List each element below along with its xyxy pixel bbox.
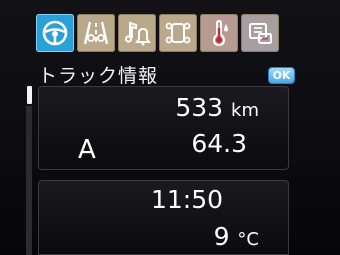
tab-steering[interactable] xyxy=(36,14,74,52)
scrollbar-track xyxy=(26,106,32,255)
temperature-value: 9 xyxy=(213,222,230,251)
grade-label: A xyxy=(78,135,96,165)
tab-vehicle[interactable] xyxy=(159,14,197,52)
thermometer-drop-icon xyxy=(212,19,228,47)
music-bell-icon xyxy=(124,21,151,46)
tab-music[interactable] xyxy=(118,14,156,52)
temperature-readout: 9 °C xyxy=(214,222,259,251)
info-panel-distance-score: 533 km A 64.3 xyxy=(38,86,289,170)
scrollbar-thumb[interactable] xyxy=(27,86,32,104)
vehicle-check-icon xyxy=(165,22,191,44)
ok-button[interactable]: OK xyxy=(269,68,294,83)
info-panel-time-temperature: 11:50 9 °C xyxy=(38,180,289,255)
distance-unit: km xyxy=(231,100,259,121)
distance-value: 533 xyxy=(175,93,224,122)
temperature-unit: °C xyxy=(237,229,259,250)
score-value: 64.3 xyxy=(191,129,247,158)
settings-sliders-icon xyxy=(249,23,272,44)
tab-settings[interactable] xyxy=(241,14,279,52)
clock-time: 11:50 xyxy=(150,185,223,214)
tab-bar xyxy=(36,14,279,52)
screen: トラック情報 OK 533 km A 64.3 11:50 9 °C xyxy=(0,0,340,255)
scrollbar[interactable] xyxy=(23,84,33,255)
distance-readout: 533 km xyxy=(175,93,259,122)
road-lanes-icon xyxy=(83,21,109,45)
page-title: トラック情報 xyxy=(38,65,159,87)
tab-temperature[interactable] xyxy=(200,14,238,52)
steering-wheel-icon xyxy=(42,20,68,46)
tab-road[interactable] xyxy=(77,14,115,52)
